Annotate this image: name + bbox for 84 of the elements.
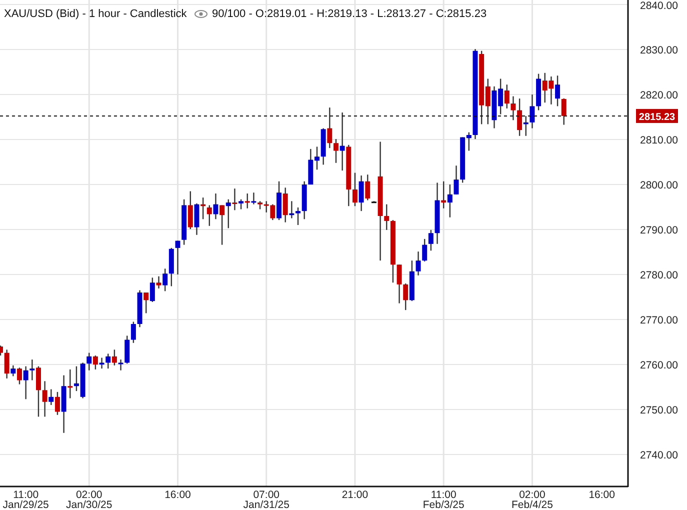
candlestick xyxy=(30,358,35,381)
candlestick xyxy=(36,366,41,418)
candlestick xyxy=(365,174,370,201)
x-axis-date: Feb/4/25 xyxy=(512,499,553,510)
candlestick xyxy=(54,391,60,416)
x-axis-time: 16:00 xyxy=(588,489,615,501)
x-axis-date: Jan/31/25 xyxy=(243,499,290,510)
candlestick xyxy=(555,75,560,107)
candlestick xyxy=(156,276,162,290)
candlestick xyxy=(358,174,364,212)
candlestick xyxy=(162,268,168,292)
candlestick xyxy=(194,202,200,236)
candlestick xyxy=(144,292,149,314)
candlestick xyxy=(124,335,130,364)
candlestick xyxy=(68,368,73,399)
candlestick xyxy=(296,206,301,226)
x-axis-time: 16:00 xyxy=(164,489,191,501)
candlestick xyxy=(92,354,98,370)
candlestick xyxy=(333,138,338,164)
candlestick xyxy=(232,188,238,211)
candlestick xyxy=(16,367,22,385)
candlestick xyxy=(238,198,244,210)
x-axis-time: 02:00 xyxy=(519,489,546,501)
ref-line-label: 2815.23 xyxy=(638,112,676,123)
eye-icon xyxy=(194,10,208,18)
y-axis-label: 2820.00 xyxy=(640,90,678,102)
y-axis-label: 2800.00 xyxy=(640,180,678,192)
candlestick xyxy=(118,358,124,371)
x-axis-time: 11:00 xyxy=(13,489,39,501)
candlestick xyxy=(428,229,434,252)
candlestick xyxy=(422,238,428,262)
candlestick xyxy=(23,366,28,400)
y-axis-label: 2750.00 xyxy=(640,404,678,416)
candlestick xyxy=(510,96,516,121)
candlestick xyxy=(504,84,510,110)
x-axis-date: Jan/29/25 xyxy=(2,499,49,510)
candlestick xyxy=(282,187,288,223)
candlestick xyxy=(112,349,117,366)
candlestick xyxy=(188,190,193,230)
candlestick xyxy=(226,198,231,229)
price-badge: 2815.23 xyxy=(636,108,678,123)
y-axis-label: 2770.00 xyxy=(640,314,678,326)
candlestick xyxy=(327,106,332,149)
candlestick xyxy=(416,250,421,276)
candlestick xyxy=(403,282,408,311)
candlestick xyxy=(220,204,225,246)
x-axis-date: Feb/3/25 xyxy=(422,499,464,510)
candlestick xyxy=(10,364,16,377)
candlestick xyxy=(454,165,459,195)
x-axis-time: 21:00 xyxy=(342,489,368,501)
candlestick xyxy=(150,277,155,303)
candlestick xyxy=(340,112,345,172)
candlestick xyxy=(213,192,218,220)
candlestick xyxy=(42,380,48,418)
y-axis-label: 2790.00 xyxy=(640,224,678,236)
y-axis-label: 2780.00 xyxy=(640,270,678,282)
candlestick xyxy=(352,172,358,207)
candlestick xyxy=(561,98,566,126)
candlestick xyxy=(99,357,104,370)
candlestick xyxy=(206,204,212,226)
x-axis-date: Jan/30/25 xyxy=(66,499,112,510)
y-axis-label: 2840.00 xyxy=(640,0,678,12)
y-axis-label: 2810.00 xyxy=(640,134,678,146)
y-axis-label: 2760.00 xyxy=(640,360,678,372)
candlestick xyxy=(396,264,402,304)
candlestick xyxy=(251,192,256,205)
candlestick xyxy=(530,94,535,129)
ohlc-readout: 90/100 - O:2819.01 - H:2819.13 - L:2813.27 - C:2815.23 xyxy=(212,8,487,20)
chart-title: XAU/USD (Bid) - 1 hour - Candlestick xyxy=(4,8,187,20)
x-axis-time: 11:00 xyxy=(430,489,456,501)
candlestick xyxy=(106,353,111,370)
candlestick xyxy=(130,321,136,344)
y-axis-label: 2740.00 xyxy=(640,450,678,462)
candlestick xyxy=(175,240,180,276)
candlestick xyxy=(447,184,452,218)
x-axis-time: 02:00 xyxy=(76,489,102,501)
candlestick xyxy=(384,204,390,231)
x-axis-time: 07:00 xyxy=(253,489,280,501)
candlestick xyxy=(244,192,250,209)
candlestick xyxy=(86,352,92,371)
y-axis-label: 2830.00 xyxy=(640,44,678,56)
candlestick xyxy=(48,388,54,406)
candlestick xyxy=(517,98,522,136)
candlestick xyxy=(4,349,10,380)
